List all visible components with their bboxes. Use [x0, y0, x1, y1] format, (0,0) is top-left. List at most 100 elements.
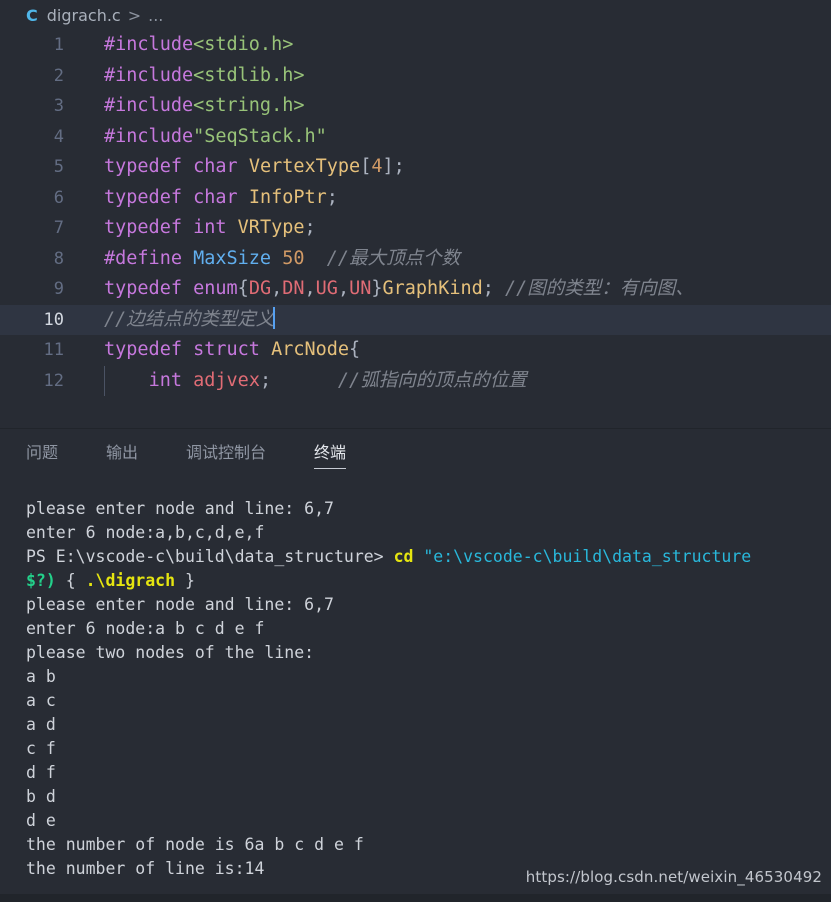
code-line[interactable]: 1 #include<stdio.h>: [0, 30, 831, 61]
code-token: typedef: [104, 217, 182, 238]
code-text: typedef char VertexType[4];: [104, 152, 831, 183]
code-editor[interactable]: 1 #include<stdio.h> 2 #include<stdlib.h> 3 #i…: [0, 30, 831, 428]
terminal-segment: a d: [26, 715, 56, 734]
code-token: ,: [271, 278, 283, 299]
code-text: typedef char InfoPtr;: [104, 183, 831, 214]
code-token: }: [371, 278, 383, 299]
code-text: //边结点的类型定义: [104, 305, 831, 336]
code-text: typedef int VRType;: [104, 213, 831, 244]
code-token: VertexType: [248, 156, 361, 177]
breadcrumb-more[interactable]: ...: [148, 6, 163, 25]
line-number: 8: [53, 248, 64, 269]
chevron-right-icon: >: [127, 5, 142, 25]
terminal-line: b d: [26, 785, 831, 809]
text-cursor: [273, 306, 276, 329]
code-text: typedef enum{DG,DN,UG,UN}GraphKind; //图的…: [104, 274, 831, 305]
code-line[interactable]: 12 int adjvex; //弧指向的顶点的位置: [0, 365, 831, 396]
code-token: {: [349, 339, 361, 360]
code-line[interactable]: 8 #define MaxSize 50 //最大顶点个数: [0, 244, 831, 275]
terminal-segment: PS E:\vscode-c\build\data_structure>: [26, 547, 394, 566]
terminal-line: d e: [26, 809, 831, 833]
code-line[interactable]: 5 typedef char VertexType[4];: [0, 152, 831, 183]
terminal-line: a d: [26, 713, 831, 737]
terminal-segment: enter 6 node:a b c d e f: [26, 619, 265, 638]
panel-tab-4[interactable]: 终端: [314, 429, 347, 477]
code-text: #include"SeqStack.h": [104, 122, 831, 153]
code-line[interactable]: 9 typedef enum{DG,DN,UG,UN}GraphKind; //图…: [0, 274, 831, 305]
bottom-panel: 问题 输出 调试控制台 终端 please enter node and line: …: [0, 428, 831, 902]
code-token: VRType: [237, 217, 305, 238]
code-token: typedef: [104, 339, 182, 360]
line-number: 2: [53, 65, 64, 86]
terminal-output[interactable]: please enter node and line: 6,7 enter 6 n…: [0, 477, 831, 902]
panel-tab-3[interactable]: 调试控制台: [186, 429, 266, 477]
code-token: #include: [104, 64, 194, 86]
terminal-segment: a c: [26, 691, 56, 710]
code-token: DG: [248, 278, 272, 299]
panel-tab-2[interactable]: 输出: [106, 429, 138, 477]
terminal-line: c f: [26, 737, 831, 761]
terminal-segment: {: [55, 571, 86, 590]
code-token: <stdlib.h>: [193, 64, 305, 86]
code-token: //最大顶点个数: [326, 247, 461, 269]
code-token: char: [193, 186, 238, 208]
code-token: enum: [193, 278, 238, 299]
terminal-segment: [413, 547, 423, 566]
terminal-line: please enter node and line: 6,7: [26, 497, 831, 521]
code-token: DN: [282, 278, 305, 299]
code-line[interactable]: 6 typedef char InfoPtr;: [0, 183, 831, 214]
line-number: 6: [53, 187, 64, 208]
code-token: GraphKind: [382, 278, 483, 299]
vscode-window: C digrach.c > ... 1 #include<stdio.h> 2 #in…: [0, 0, 831, 902]
code-token: #define: [104, 247, 182, 269]
terminal-line: PS E:\vscode-c\build\data_structure> cd …: [26, 545, 831, 569]
line-number: 4: [53, 126, 64, 147]
terminal-line: d f: [26, 761, 831, 785]
code-token: MaxSize: [193, 247, 272, 269]
code-line[interactable]: 3 #include<string.h>: [0, 91, 831, 122]
code-line[interactable]: 2 #include<stdlib.h>: [0, 61, 831, 92]
line-number: 3: [53, 96, 64, 116]
breadcrumb-file[interactable]: digrach.c: [47, 6, 121, 25]
terminal-line: a c: [26, 689, 831, 713]
code-token: ;: [326, 186, 338, 208]
code-line[interactable]: 10 //边结点的类型定义: [0, 304, 831, 336]
code-text: #include<stdlib.h>: [104, 61, 831, 92]
terminal-line: $?) { .\digrach }: [26, 569, 831, 593]
code-token: ;: [482, 278, 506, 299]
breadcrumb[interactable]: C digrach.c > ...: [0, 0, 831, 30]
code-text: #include<stdio.h>: [104, 30, 831, 61]
line-number: 9: [53, 279, 64, 299]
code-token: <stdio.h>: [193, 34, 294, 55]
terminal-segment: }: [175, 571, 195, 590]
terminal-segment: please two nodes of the line:: [26, 643, 315, 662]
line-number: 12: [43, 370, 64, 391]
terminal-segment: d e: [26, 811, 56, 830]
code-token: //弧指向的顶点的位置: [337, 369, 527, 391]
code-token: typedef: [104, 186, 182, 208]
code-token: struct: [193, 339, 260, 360]
code-line[interactable]: 11 typedef struct ArcNode{: [0, 335, 831, 366]
terminal-segment: b d: [26, 787, 56, 806]
panel-tab-list: 问题 输出 调试控制台 终端: [0, 429, 831, 477]
code-token: #include: [104, 95, 194, 116]
code-line[interactable]: 7 typedef int VRType;: [0, 213, 831, 244]
code-token: #include: [104, 125, 194, 147]
code-token: "SeqStack.h": [193, 125, 327, 147]
code-token: //边结点的类型定义: [104, 308, 275, 330]
code-token: typedef: [104, 278, 182, 299]
code-token: ArcNode: [271, 339, 350, 360]
terminal-line: please two nodes of the line:: [26, 641, 831, 665]
code-token: InfoPtr: [248, 186, 327, 208]
terminal-segment: cd: [393, 547, 414, 566]
code-line[interactable]: 4 #include"SeqStack.h": [0, 122, 831, 153]
panel-tab-1[interactable]: 问题: [26, 429, 58, 477]
